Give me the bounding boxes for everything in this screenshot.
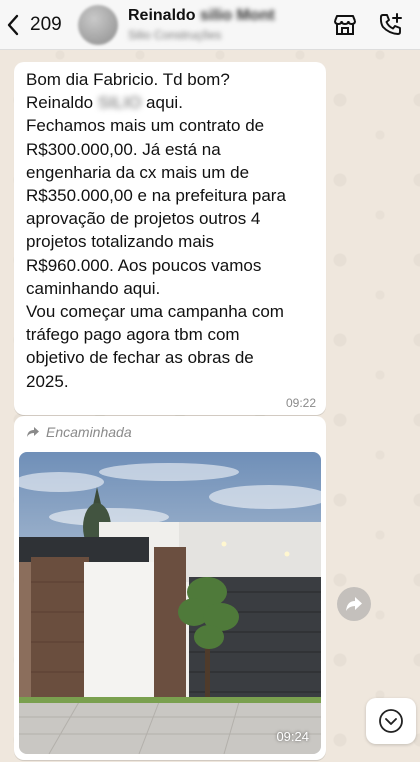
back-button[interactable]: 209: [0, 0, 78, 50]
contact-name-redacted: silio Mont: [200, 7, 275, 24]
message-line: engenharia da cx mais um de: [26, 162, 250, 182]
message-line: Bom dia Fabricio. Td bom?: [26, 70, 230, 89]
message-line: R$960.000. Aos poucos vamos: [26, 255, 262, 275]
message-line: caminhando aqui.: [26, 278, 161, 298]
message-line: Fechamos mais um contrato de: [26, 116, 265, 136]
message-line: objetivo de fechar as obras de: [26, 348, 254, 368]
redacted-text: SILIO: [97, 93, 142, 113]
avatar[interactable]: [78, 4, 118, 45]
chevron-down-circle-icon: [379, 709, 403, 733]
message-line: Vou começar uma campanha com: [26, 302, 284, 322]
contact-info[interactable]: Reinaldo silio Mont Silio Construções: [128, 7, 332, 42]
forward-button[interactable]: [337, 587, 371, 621]
message-line: Reinaldo SILIO aqui.: [26, 93, 183, 113]
add-call-icon[interactable]: [378, 12, 404, 38]
house-render-image[interactable]: 09:24: [19, 452, 321, 754]
message-line: projetos totalizando mais: [26, 232, 215, 252]
chat-header: 209 Reinaldo silio Mont Silio Construçõe…: [0, 0, 420, 50]
unread-count: 209: [30, 13, 62, 35]
scroll-to-bottom-button[interactable]: [366, 698, 416, 744]
contact-subtitle: Silio Construções: [128, 28, 222, 42]
message-line: R$300.000,00. Já está na: [26, 139, 221, 159]
message-line: aprovação de projetos outros 4: [26, 209, 261, 229]
message-line: tráfego pago agora tbm com: [26, 325, 240, 345]
chevron-left-icon: [7, 14, 19, 35]
forward-arrow-icon: [346, 597, 362, 611]
message-line: 2025.: [26, 371, 69, 391]
contact-name: Reinaldo silio Mont: [128, 7, 275, 24]
message-timestamp: 09:22: [285, 395, 316, 410]
text-message-bubble[interactable]: Bom dia Fabricio. Td bom? Reinaldo SILIO…: [14, 62, 326, 415]
image-timestamp: 09:24: [276, 729, 309, 744]
image-message-bubble[interactable]: Encaminhada 09:24: [14, 416, 326, 760]
forward-arrow-icon: [27, 427, 39, 437]
forwarded-label: Encaminhada: [26, 424, 132, 440]
store-icon[interactable]: [332, 12, 358, 38]
message-line: R$350.000,00 e na prefeitura para: [26, 186, 286, 206]
